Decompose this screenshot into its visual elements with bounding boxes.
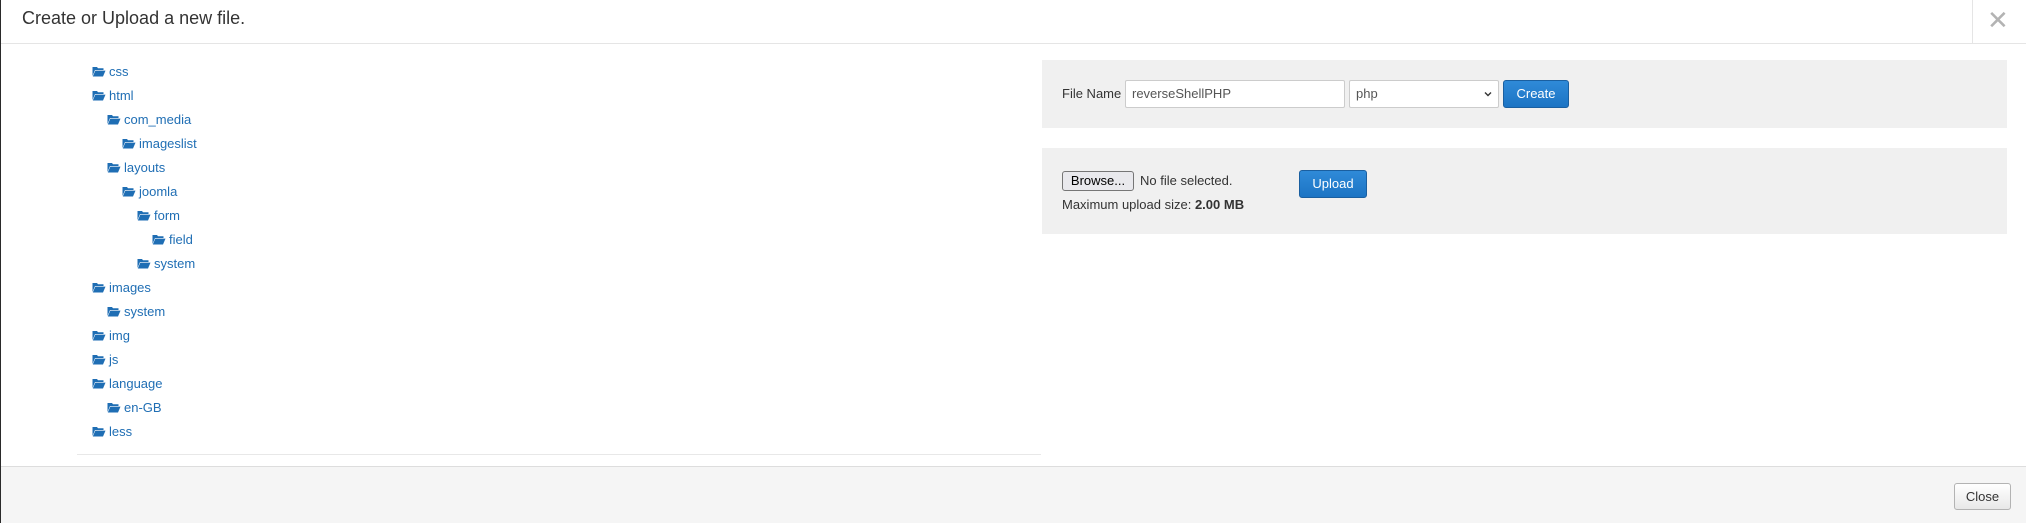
folder-open-icon bbox=[107, 402, 121, 413]
tree-folder-label: css bbox=[109, 63, 129, 79]
close-icon[interactable]: ✕ bbox=[1987, 3, 2009, 37]
tree-folder-label: form bbox=[154, 207, 180, 223]
max-size-value: 2.00 MB bbox=[1194, 197, 1245, 212]
tree-folder-label: images bbox=[109, 279, 151, 295]
folder-open-icon bbox=[122, 138, 136, 149]
upload-button[interactable]: Upload bbox=[1299, 170, 1367, 198]
tree-folder-item[interactable]: imageslist bbox=[122, 133, 197, 153]
tree-folder-item[interactable]: img bbox=[92, 325, 130, 345]
file-name-label: File Name bbox=[1062, 86, 1122, 101]
tree-folder-label: com_media bbox=[124, 111, 192, 127]
file-type-select[interactable]: php bbox=[1349, 80, 1499, 108]
tree-folder-item[interactable]: en-GB bbox=[107, 397, 162, 417]
tree-folder-label: field bbox=[169, 231, 193, 247]
tree-folder-item[interactable]: language bbox=[92, 373, 163, 393]
folder-open-icon bbox=[92, 354, 106, 365]
tree-folder-item[interactable]: images bbox=[92, 277, 151, 297]
no-file-text: No file selected. bbox=[1140, 173, 1233, 188]
modal-header: Create or Upload a new file. ✕ bbox=[1, 0, 2026, 44]
file-name-input[interactable]: reverseShellPHP bbox=[1125, 80, 1345, 108]
tree-folder-label: system bbox=[154, 255, 196, 271]
tree-folder-label: en-GB bbox=[124, 399, 162, 415]
folder-open-icon bbox=[107, 162, 121, 173]
tree-folder-label: imageslist bbox=[139, 135, 197, 151]
folder-open-icon bbox=[92, 90, 106, 101]
tree-folder-item[interactable]: js bbox=[92, 349, 118, 369]
create-upload-modal: Create or Upload a new file. ✕ css html co… bbox=[0, 0, 2026, 523]
folder-open-icon bbox=[92, 66, 106, 77]
tree-folder-item[interactable]: joomla bbox=[122, 181, 177, 201]
file-type-selected: php bbox=[1356, 86, 1378, 101]
tree-folder-item[interactable]: css bbox=[92, 61, 129, 81]
folder-open-icon bbox=[122, 186, 136, 197]
modal-title: Create or Upload a new file. bbox=[22, 8, 246, 28]
max-upload-size: Maximum upload size: 2.00 MB bbox=[1062, 197, 1244, 212]
tree-folder-label: js bbox=[109, 351, 119, 367]
tree-folder-item[interactable]: less bbox=[92, 421, 132, 441]
tree-folder-item[interactable]: system bbox=[107, 301, 165, 321]
folder-open-icon bbox=[92, 330, 106, 341]
folder-tree: css html com_media imageslist layouts joomla f… bbox=[77, 59, 1041, 455]
folder-open-icon bbox=[137, 258, 151, 269]
close-button[interactable]: Close bbox=[1954, 483, 2011, 510]
tree-folder-item[interactable]: com_media bbox=[107, 109, 191, 129]
tree-folder-label: system bbox=[124, 303, 166, 319]
tree-folder-label: html bbox=[109, 87, 134, 103]
tree-folder-label: img bbox=[109, 327, 130, 343]
tree-folder-label: joomla bbox=[139, 183, 178, 199]
create-file-panel: File Name reverseShellPHP php Create bbox=[1042, 60, 2007, 128]
chevron-down-icon bbox=[1484, 92, 1492, 97]
folder-open-icon bbox=[92, 426, 106, 437]
tree-folder-label: layouts bbox=[124, 159, 166, 175]
upload-file-panel: Browse... No file selected. Upload Maxim… bbox=[1042, 148, 2007, 234]
tree-folder-label: language bbox=[109, 375, 163, 391]
folder-open-icon bbox=[107, 114, 121, 125]
tree-folder-item[interactable]: html bbox=[92, 85, 134, 105]
header-divider bbox=[1972, 0, 1973, 44]
create-button[interactable]: Create bbox=[1503, 80, 1569, 108]
tree-folder-item[interactable]: layouts bbox=[107, 157, 165, 177]
folder-open-icon bbox=[92, 378, 106, 389]
tree-folder-label: less bbox=[109, 423, 133, 439]
tree-folder-item[interactable]: system bbox=[137, 253, 195, 273]
browse-button[interactable]: Browse... bbox=[1062, 171, 1134, 191]
modal-footer: Close bbox=[1, 466, 2026, 523]
max-size-label: Maximum upload size: bbox=[1062, 197, 1192, 212]
folder-open-icon bbox=[107, 306, 121, 317]
folder-open-icon bbox=[137, 210, 151, 221]
tree-folder-item[interactable]: field bbox=[152, 229, 193, 249]
folder-open-icon bbox=[152, 234, 166, 245]
tree-folder-item[interactable]: form bbox=[137, 205, 180, 225]
folder-open-icon bbox=[92, 282, 106, 293]
